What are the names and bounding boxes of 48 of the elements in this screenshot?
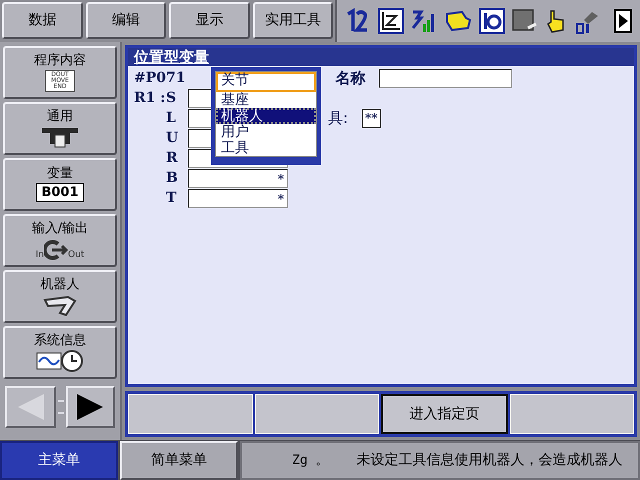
tool-field[interactable]: **: [362, 109, 381, 128]
name-field[interactable]: [379, 68, 512, 88]
axis-label: U: [165, 129, 178, 148]
status-message: 未设定工具信息使用机器人，会造成机器人: [356, 451, 622, 470]
gripper-icon: [40, 126, 80, 148]
sidebar-button[interactable]: 系统信息: [3, 326, 117, 379]
sidebar-button[interactable]: 机器人: [3, 270, 117, 323]
signal-icon[interactable]: [411, 8, 437, 34]
sidebar-button[interactable]: 输入/输出 In Out: [3, 214, 117, 267]
menu-button[interactable]: 显示: [169, 2, 250, 39]
dropdown-option[interactable]: 关节: [216, 72, 316, 92]
menu-tab[interactable]: 主菜单: [0, 441, 118, 480]
axis-label: T: [165, 189, 176, 208]
axis-label: L: [165, 109, 176, 128]
robot-arm-icon: [42, 294, 78, 316]
axis-field[interactable]: *: [188, 189, 288, 208]
menu-button[interactable]: 实用工具: [252, 2, 333, 39]
axis-label: R: [165, 149, 178, 168]
back-button[interactable]: [5, 386, 56, 428]
wave-clock-icon: [36, 350, 84, 372]
screen-icon[interactable]: [512, 8, 538, 34]
tool-label: 具:: [328, 108, 350, 130]
dropdown-option[interactable]: 机器人: [216, 108, 316, 124]
group-label: R1 :: [134, 89, 164, 108]
menu-button[interactable]: 编辑: [86, 2, 166, 39]
hand-icon[interactable]: [545, 8, 567, 34]
sidebar-button[interactable]: 变量 B001: [3, 158, 117, 211]
dropdown-option[interactable]: 用户: [216, 124, 316, 140]
menu-button[interactable]: 数据: [2, 2, 82, 39]
dropdown-option[interactable]: 工具: [216, 140, 316, 156]
axis-field[interactable]: *: [188, 169, 288, 188]
axis-label: S: [165, 89, 176, 108]
in-label: In: [36, 250, 44, 260]
forward-button[interactable]: [66, 386, 115, 428]
out-label: Out: [68, 250, 84, 260]
name-label: 名称: [335, 68, 366, 89]
panel-title: 位置型变量: [134, 50, 209, 64]
play-icon[interactable]: [614, 9, 632, 33]
sidebar-button[interactable]: 通用: [3, 102, 117, 155]
plug-icon: [44, 240, 68, 260]
variable-badge: B001: [36, 183, 84, 202]
menu-tab[interactable]: 简单菜单: [120, 441, 238, 480]
dropdown-option[interactable]: 基座: [216, 92, 316, 108]
function-key[interactable]: 进入指定页: [381, 394, 508, 434]
axis-label: B: [165, 169, 178, 188]
variable-number: #P071: [134, 68, 186, 88]
status-code: Zg 。: [292, 452, 328, 470]
chart-icon[interactable]: [378, 8, 404, 34]
